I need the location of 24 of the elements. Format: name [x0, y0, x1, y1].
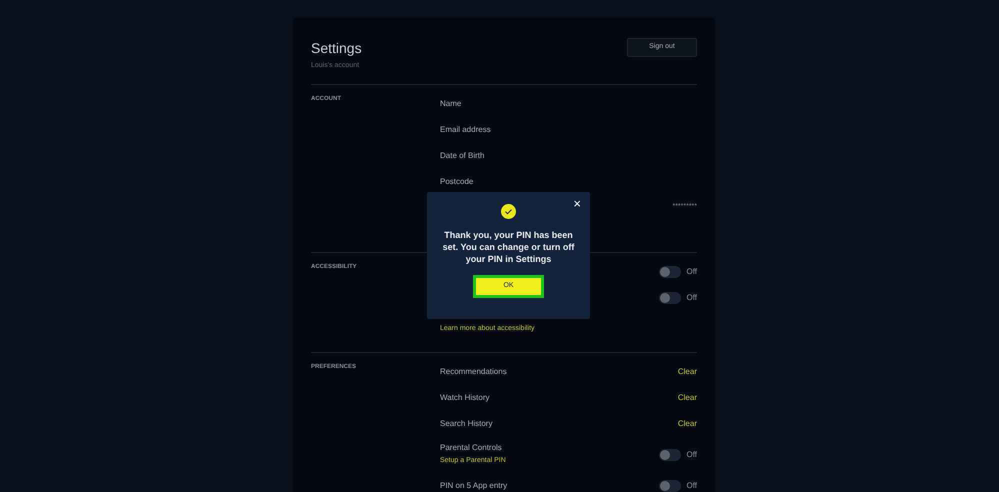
toggle-switch[interactable] — [659, 292, 682, 304]
toggle-state: Off — [686, 480, 697, 492]
setting-label: Parental Controls — [440, 442, 503, 454]
setting-label: Postcode — [440, 176, 474, 188]
toggle-switch[interactable] — [659, 266, 682, 278]
toggle-switch[interactable] — [659, 480, 682, 492]
setting-label: Watch History — [440, 392, 490, 404]
clear-button[interactable]: Clear — [678, 366, 697, 378]
check-icon — [501, 204, 516, 219]
page-title: Settings — [311, 39, 362, 58]
toggle-state: Off — [686, 292, 697, 304]
setting-label: Email address — [440, 124, 491, 136]
close-button[interactable]: × — [573, 197, 581, 210]
setting-label: Search History — [440, 418, 492, 430]
clear-button[interactable]: Clear — [678, 418, 697, 430]
toggle-state: Off — [686, 448, 697, 460]
toggle-state: Off — [686, 266, 697, 278]
setting-label: Recommendations — [440, 366, 507, 378]
setting-label: Date of Birth — [440, 150, 484, 162]
setting-label: PIN on 5 App entry — [440, 480, 508, 492]
clear-button[interactable]: Clear — [678, 392, 697, 404]
dialog-message: Thank you, your PIN has been set. You can change or turn off your PIN in Settings — [442, 229, 576, 265]
toggle-switch[interactable] — [659, 448, 682, 460]
setting-label: Name — [440, 98, 462, 110]
